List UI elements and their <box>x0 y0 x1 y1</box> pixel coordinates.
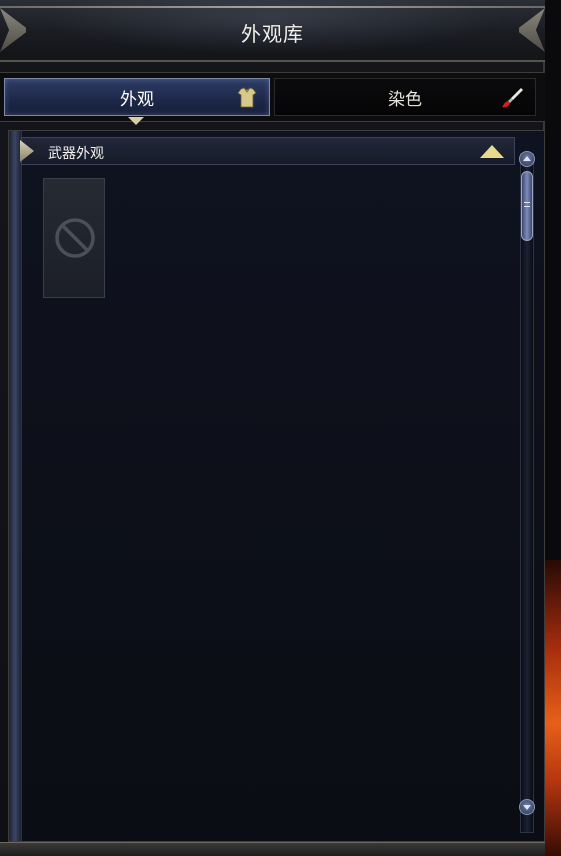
title-bar: 外观库 <box>0 0 545 62</box>
tab-appearance-label: 外观 <box>120 89 154 110</box>
armor-icon <box>237 87 257 108</box>
section-marker-icon <box>20 140 34 162</box>
empty-slot-icon <box>55 218 95 258</box>
tab-dye[interactable]: 染色 <box>274 78 536 116</box>
tab-dye-label: 染色 <box>388 89 422 110</box>
content-panel: 武器外观 <box>8 130 545 842</box>
scroll-up-button[interactable] <box>519 151 535 167</box>
scroll-down-button[interactable] <box>519 799 535 815</box>
appearance-slot[interactable] <box>43 178 105 298</box>
appearance-library-window: 外观库 外观 染色 武器外观 <box>0 0 545 856</box>
section-title: 武器外观 <box>48 146 104 162</box>
section-header-weapon-appearance[interactable]: 武器外观 <box>20 137 515 165</box>
active-tab-pointer-icon <box>128 117 144 125</box>
scrollbar-thumb[interactable] <box>521 171 533 241</box>
scrollbar-track[interactable] <box>520 153 534 833</box>
tab-appearance[interactable]: 外观 <box>4 78 270 116</box>
paint-brush-icon <box>502 88 523 108</box>
collapse-arrow-icon[interactable] <box>480 145 504 158</box>
panel-rail <box>9 131 22 841</box>
tab-bar: 外观 染色 <box>0 72 545 122</box>
window-title: 外观库 <box>241 22 304 46</box>
bottom-frame <box>0 842 545 856</box>
